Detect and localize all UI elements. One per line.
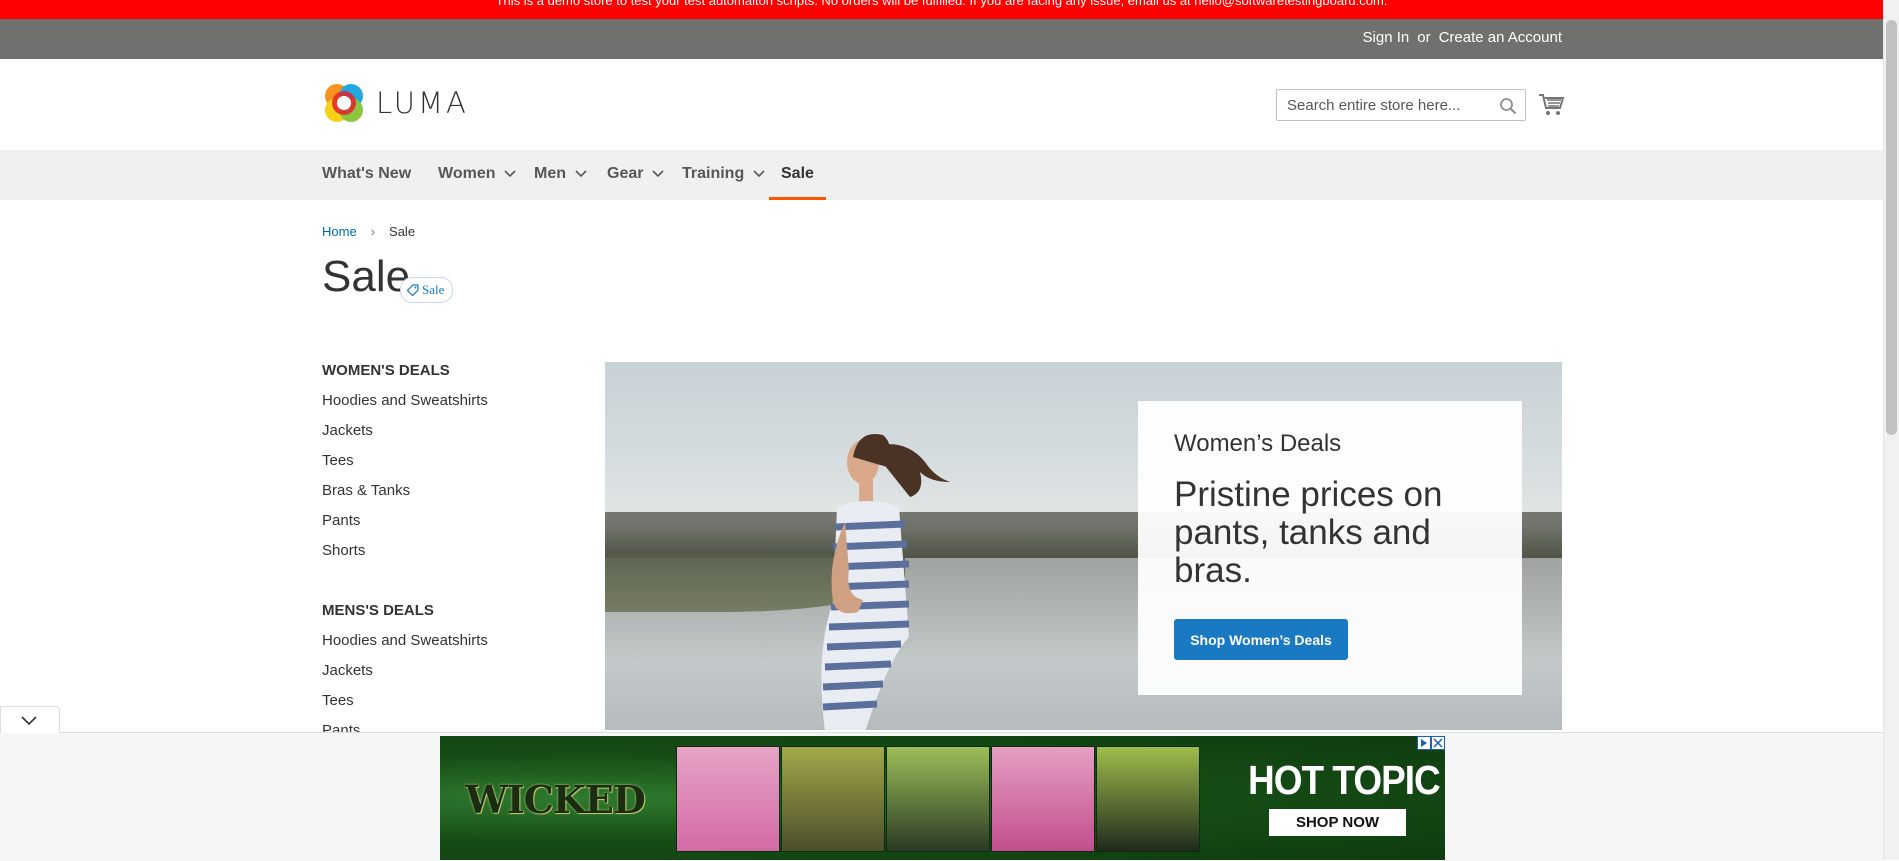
- chevron-down-icon: [753, 170, 765, 177]
- breadcrumb-home-link[interactable]: Home: [322, 224, 357, 239]
- demo-notice-text: This is a demo store to test your test a…: [495, 0, 1388, 8]
- sign-in-link[interactable]: Sign In: [1363, 29, 1410, 46]
- search-icon[interactable]: [1499, 97, 1517, 115]
- ad-info-icon[interactable]: [1417, 736, 1431, 750]
- luma-logo-icon: [325, 84, 363, 122]
- ad-model-photo: [886, 746, 990, 852]
- ad-model-photo: [781, 746, 885, 852]
- chevron-down-icon: [504, 170, 517, 177]
- breadcrumb-current: Sale: [389, 224, 416, 239]
- breadcrumb-separator-icon: ›: [370, 224, 376, 239]
- nav-item-gear[interactable]: Gear: [607, 150, 665, 200]
- wicked-logo-text: WICKED: [465, 776, 646, 822]
- wicked-ad-logo: WICKED: [465, 764, 646, 834]
- nav-label: Training: [682, 165, 745, 182]
- header-account-links: Sign In or Create an Account: [1363, 29, 1562, 46]
- womens-link-jackets[interactable]: Jackets: [322, 422, 373, 439]
- search-box: [1276, 89, 1526, 121]
- or-separator: or: [1417, 29, 1431, 46]
- main-navigation: [0, 150, 1883, 200]
- chevron-down-icon: [21, 716, 37, 726]
- chevron-down-icon: [652, 170, 665, 177]
- nav-item-sale[interactable]: Sale: [769, 150, 826, 200]
- tag-icon: [407, 284, 419, 296]
- womens-link-tees[interactable]: Tees: [322, 452, 354, 469]
- nav-label: What's New: [322, 165, 412, 182]
- header-top-bar: [0, 19, 1883, 59]
- sale-badge-label: Sale: [422, 282, 445, 297]
- ad-model-photo: [991, 746, 1095, 852]
- nav-label: Men: [534, 165, 566, 182]
- chevron-down-icon: [575, 170, 587, 177]
- close-icon[interactable]: [1431, 736, 1445, 750]
- nav-label: Gear: [607, 165, 644, 182]
- mens-link-jackets[interactable]: Jackets: [322, 662, 373, 679]
- shop-womens-deals-button[interactable]: Shop Women’s Deals: [1174, 619, 1348, 660]
- ad-model-photo: [676, 746, 780, 852]
- mens-deals-heading: MENS'S DEALS: [322, 602, 434, 619]
- nav-item-men[interactable]: Men: [534, 150, 587, 200]
- breadcrumb: Home › Sale: [322, 224, 415, 239]
- runner-figure: [821, 433, 950, 730]
- nav-item-training[interactable]: Training: [682, 150, 765, 200]
- nav-item-whats-new[interactable]: What's New: [322, 150, 411, 200]
- nav-item-women[interactable]: Women: [438, 150, 517, 200]
- promo-title: Pristine prices on pants, tanks and bras…: [1174, 475, 1443, 590]
- scrollbar-thumb[interactable]: [1886, 20, 1897, 435]
- create-account-link[interactable]: Create an Account: [1439, 29, 1562, 46]
- logo-text: LUMA: [376, 86, 469, 120]
- ad-collapse-toggle[interactable]: [0, 706, 60, 733]
- search-input[interactable]: [1277, 90, 1507, 120]
- shopping-cart-icon[interactable]: [1538, 92, 1564, 118]
- mens-link-tees[interactable]: Tees: [322, 692, 354, 709]
- womens-link-shorts[interactable]: Shorts: [322, 542, 365, 559]
- sale-badge[interactable]: Sale: [400, 277, 454, 303]
- demo-notice-banner: This is a demo store to test your test a…: [0, 0, 1883, 19]
- page-title: Sale: [322, 252, 411, 301]
- hot-topic-brand: HOT TOPIC: [1248, 757, 1441, 803]
- shop-now-button[interactable]: SHOP NOW: [1269, 809, 1406, 836]
- womens-link-bras-tanks[interactable]: Bras & Tanks: [322, 482, 410, 499]
- mens-link-hoodies[interactable]: Hoodies and Sweatshirts: [322, 632, 488, 649]
- ad-controls: [1417, 736, 1445, 750]
- hot-topic-ad[interactable]: WICKED HOT TOPIC SHOP NOW: [440, 736, 1445, 860]
- promo-subtitle: Women’s Deals: [1174, 430, 1342, 457]
- womens-deals-heading: WOMEN'S DEALS: [322, 362, 450, 379]
- ad-model-photo: [1096, 746, 1200, 852]
- nav-label: Sale: [781, 165, 814, 182]
- nav-label: Women: [438, 165, 496, 182]
- womens-link-pants[interactable]: Pants: [322, 512, 360, 529]
- womens-link-hoodies[interactable]: Hoodies and Sweatshirts: [322, 392, 488, 409]
- luma-logo[interactable]: LUMA: [322, 80, 469, 126]
